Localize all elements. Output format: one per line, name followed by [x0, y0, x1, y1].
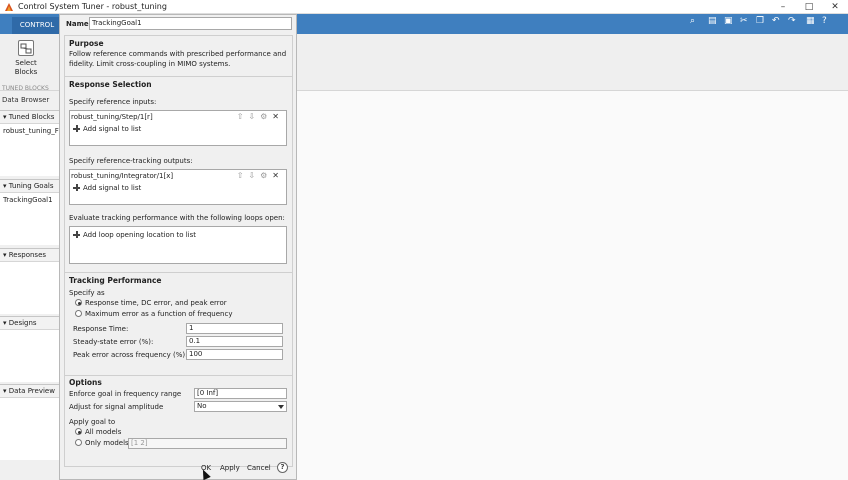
plus-icon	[73, 231, 80, 238]
response-selection-title: Response Selection	[69, 80, 152, 89]
help-ribbon-icon[interactable]: ?	[822, 16, 827, 26]
move-down-icon[interactable]: ⇩	[248, 112, 260, 121]
options-title: Options	[69, 378, 102, 387]
specify-as-label: Specify as	[69, 289, 105, 297]
open-icon[interactable]: ▤	[708, 16, 717, 26]
select-blocks-icon	[18, 40, 34, 56]
peak-error-label: Peak error across frequency (%):	[73, 351, 188, 359]
radio-unselected-icon	[75, 439, 82, 446]
plus-icon	[73, 125, 80, 132]
responses-section: ▾ Responses	[0, 248, 60, 314]
radio-only-models[interactable]: Only models:	[75, 439, 131, 447]
apply-goal-label: Apply goal to	[69, 418, 116, 426]
tuned-blocks-section: ▾ Tuned Blocks robust_tuning_F	[0, 110, 60, 176]
move-up-icon[interactable]: ⇧	[237, 171, 249, 180]
radio-all-models[interactable]: All models	[75, 428, 121, 436]
select-signal-icon[interactable]: ⚙	[260, 112, 272, 121]
redo-icon[interactable]: ↷	[788, 16, 796, 26]
radio-selected-icon	[75, 428, 82, 435]
list-item[interactable]: robust_tuning/Integrator/1[x]	[71, 172, 173, 180]
purpose-group: Purpose Follow reference commands with p…	[64, 35, 293, 81]
options-group: Options Enforce goal in frequency range …	[64, 375, 293, 467]
freq-range-input[interactable]: [0 Inf]	[194, 388, 287, 399]
minimize-button[interactable]: –	[770, 0, 796, 14]
cancel-button[interactable]: Cancel	[247, 464, 271, 472]
radio-response-time[interactable]: Response time, DC error, and peak error	[75, 299, 227, 307]
search-icon[interactable]: ⌕	[690, 16, 695, 26]
purpose-text-line2: fidelity. Limit cross-coupling in MIMO s…	[69, 60, 231, 68]
outputs-list[interactable]: robust_tuning/Integrator/1[x] ⇧⇩⚙✕ Add s…	[69, 169, 287, 205]
peak-error-input[interactable]: 100	[186, 349, 283, 360]
select-blocks-button[interactable]: Select Blocks	[6, 38, 46, 86]
response-selection-group: Response Selection Specify reference inp…	[64, 76, 293, 280]
radio-unselected-icon	[75, 310, 82, 317]
tuned-blocks-header[interactable]: ▾ Tuned Blocks	[0, 111, 60, 124]
close-button[interactable]: ✕	[822, 0, 848, 14]
loops-list[interactable]: Add loop opening location to list	[69, 226, 287, 264]
add-loop-button[interactable]: Add loop opening location to list	[73, 231, 196, 239]
matlab-logo-icon	[5, 3, 13, 11]
list-item[interactable]: robust_tuning/Step/1[r]	[71, 113, 153, 121]
window-title: Control System Tuner - robust_tuning	[18, 2, 167, 11]
name-label: Name:	[66, 20, 92, 28]
radio-selected-icon	[75, 299, 82, 306]
amplitude-select[interactable]: No	[194, 401, 287, 412]
responses-header[interactable]: ▾ Responses	[0, 249, 60, 262]
title-bar: Control System Tuner - robust_tuning – □…	[0, 0, 848, 14]
outputs-label: Specify reference-tracking outputs:	[69, 157, 193, 165]
list-item[interactable]: TrackingGoal1	[0, 193, 60, 207]
designs-section: ▾ Designs	[0, 316, 60, 382]
radio-max-error[interactable]: Maximum error as a function of frequency	[75, 310, 232, 318]
data-preview-header[interactable]: ▾ Data Preview	[0, 385, 60, 398]
steady-state-label: Steady-state error (%):	[73, 338, 154, 346]
list-tools: ⇧⇩⚙✕	[237, 112, 284, 121]
steady-state-input[interactable]: 0.1	[186, 336, 283, 347]
amplitude-value: No	[197, 402, 207, 410]
amplitude-label: Adjust for signal amplitude	[69, 403, 164, 411]
tracking-goal-dialog: Name: TrackingGoal1 Purpose Follow refer…	[59, 14, 297, 480]
tuning-goals-header[interactable]: ▾ Tuning Goals	[0, 180, 60, 193]
tracking-performance-group: Tracking Performance Specify as Response…	[64, 272, 293, 378]
loops-label: Evaluate tracking performance with the f…	[69, 214, 285, 222]
move-up-icon[interactable]: ⇧	[237, 112, 249, 121]
maximize-button[interactable]: □	[796, 0, 822, 14]
cut-icon[interactable]: ✂	[740, 16, 748, 26]
list-tools: ⇧⇩⚙✕	[237, 171, 284, 180]
response-time-label: Response Time:	[73, 325, 129, 333]
tracking-performance-title: Tracking Performance	[69, 276, 162, 285]
data-browser-tab[interactable]: Data Browser	[2, 96, 49, 104]
tab-control[interactable]: CONTROL	[12, 17, 62, 34]
select-blocks-label: Select Blocks	[14, 59, 38, 76]
select-signal-icon[interactable]: ⚙	[260, 171, 272, 180]
response-time-input[interactable]: 1	[186, 323, 283, 334]
designs-header[interactable]: ▾ Designs	[0, 317, 60, 330]
add-signal-button[interactable]: Add signal to list	[73, 125, 141, 133]
move-down-icon[interactable]: ⇩	[248, 171, 260, 180]
purpose-title: Purpose	[69, 39, 104, 48]
list-item[interactable]: robust_tuning_F	[0, 124, 60, 138]
chevron-down-icon	[278, 405, 284, 409]
grid-icon[interactable]: ▦	[806, 16, 815, 26]
purpose-text-line1: Follow reference commands with prescribe…	[69, 50, 287, 58]
add-signal-button[interactable]: Add signal to list	[73, 184, 141, 192]
freq-range-label: Enforce goal in frequency range	[69, 390, 182, 398]
ref-inputs-label: Specify reference inputs:	[69, 98, 157, 106]
apply-button[interactable]: Apply	[220, 464, 240, 472]
copy-icon[interactable]: ❐	[756, 16, 764, 26]
save-icon[interactable]: ▣	[724, 16, 733, 26]
help-icon[interactable]: ?	[277, 462, 288, 473]
tuning-goals-section: ▾ Tuning Goals TrackingGoal1	[0, 179, 60, 245]
only-models-input[interactable]: [1 2]	[128, 438, 287, 449]
delete-icon[interactable]: ✕	[272, 112, 284, 121]
undo-icon[interactable]: ↶	[772, 16, 780, 26]
main-plot-area	[295, 91, 848, 480]
ref-inputs-list[interactable]: robust_tuning/Step/1[r] ⇧⇩⚙✕ Add signal …	[69, 110, 287, 146]
plus-icon	[73, 184, 80, 191]
delete-icon[interactable]: ✕	[272, 171, 284, 180]
name-input[interactable]: TrackingGoal1	[89, 17, 292, 30]
data-preview-section: ▾ Data Preview	[0, 384, 60, 460]
